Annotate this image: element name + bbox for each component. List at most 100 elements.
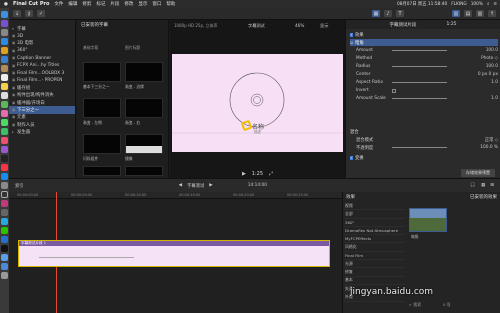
key-icon[interactable]: ⚷ bbox=[25, 10, 33, 17]
effect-category-all[interactable]: 全部 bbox=[343, 210, 405, 219]
launchpad-icon[interactable] bbox=[1, 29, 8, 36]
menu-clip[interactable]: 片段 bbox=[110, 1, 119, 7]
menu-help[interactable]: 帮助 bbox=[166, 1, 175, 7]
play-icon[interactable]: ▶ bbox=[242, 171, 246, 177]
motion-icon[interactable] bbox=[1, 200, 8, 207]
photos-audio-icon[interactable]: ♪ bbox=[384, 10, 392, 17]
checkbox-icon[interactable]: ✓ bbox=[350, 155, 353, 160]
search-icon[interactable]: ⌕ bbox=[487, 2, 489, 7]
sidebar-item-3d-movie[interactable]: ▣ 3D 电影 bbox=[9, 40, 75, 47]
calendar-icon[interactable] bbox=[1, 74, 8, 81]
viewer-zoom[interactable]: 46% bbox=[295, 23, 304, 28]
amount-slider[interactable] bbox=[392, 50, 447, 52]
sidebar-item-caption-banner[interactable]: ▣ Caption Banner bbox=[9, 55, 75, 62]
save-preset-button[interactable]: 存储效果预置 bbox=[461, 169, 495, 177]
menu-modify[interactable]: 修改 bbox=[124, 1, 133, 7]
title-thumb-lower-third[interactable] bbox=[83, 62, 121, 82]
title-thumb-more-1[interactable] bbox=[83, 166, 121, 176]
maps-icon[interactable] bbox=[1, 101, 8, 108]
effects-category[interactable]: 已安装的效果 bbox=[470, 194, 497, 200]
safari-icon[interactable] bbox=[1, 38, 8, 45]
contacts-icon[interactable] bbox=[1, 65, 8, 72]
title-thumb-gradient-left[interactable] bbox=[83, 98, 121, 118]
folder-icon[interactable] bbox=[1, 254, 8, 261]
mail-icon[interactable] bbox=[1, 56, 8, 63]
news-icon[interactable] bbox=[1, 164, 8, 171]
title-thumb-gradient-right[interactable] bbox=[125, 98, 163, 118]
clip-appearance-icon[interactable]: ▦ bbox=[481, 183, 485, 188]
menu-list-icon[interactable]: ≡ bbox=[493, 2, 497, 7]
param-method-value[interactable]: Photo ◇ bbox=[481, 56, 498, 61]
sidebar-item-final-film-toolbox[interactable]: ▣ Final Film...OOLBOX 3 bbox=[9, 69, 75, 76]
downloads-icon[interactable] bbox=[1, 263, 8, 270]
fcp-icon[interactable] bbox=[1, 191, 8, 198]
param-scale-value[interactable]: 1.0 bbox=[491, 96, 498, 101]
tv-icon[interactable] bbox=[1, 155, 8, 162]
reminders-icon[interactable] bbox=[1, 92, 8, 99]
menu-view[interactable]: 显示 bbox=[138, 1, 147, 7]
sidebar-item-final-film-propen[interactable]: ▣ Final Film...- PROPEN bbox=[9, 77, 75, 84]
check-icon[interactable]: ✓ bbox=[37, 10, 45, 17]
photos-icon[interactable] bbox=[1, 110, 8, 117]
layout-right-icon[interactable]: ▥ bbox=[476, 10, 484, 17]
radius-slider[interactable] bbox=[392, 66, 447, 68]
param-amount-value[interactable]: 100.0 bbox=[486, 48, 498, 53]
effect-category-stylize[interactable]: 风格化 bbox=[343, 243, 405, 252]
browser-icon[interactable] bbox=[1, 236, 8, 243]
sidebar-item-bumper[interactable]: ▣ 缓冲器/开场白 bbox=[9, 99, 75, 106]
title-thumb-more-2[interactable] bbox=[125, 166, 163, 176]
opacity-slider[interactable] bbox=[392, 147, 447, 149]
settings-icon[interactable] bbox=[1, 182, 8, 189]
layout-bottom-icon[interactable]: ▤ bbox=[464, 10, 472, 17]
effect-category-dramaflex[interactable]: Dramaflex Nat Atmosphere bbox=[343, 227, 405, 236]
effect-category-basic[interactable]: 基本 bbox=[343, 277, 405, 285]
siri-icon[interactable] bbox=[1, 20, 8, 27]
notes-icon[interactable] bbox=[1, 83, 8, 90]
index-button[interactable]: 索引 bbox=[15, 183, 24, 189]
wechat-icon[interactable] bbox=[1, 227, 8, 234]
qq-icon[interactable] bbox=[1, 218, 8, 225]
effect-category-video[interactable]: 视频 bbox=[343, 202, 405, 211]
sidebar-item-fcpx-titles[interactable]: ▣ FCPX Ani...hy Titles bbox=[9, 62, 75, 69]
menu-trim[interactable]: 修剪 bbox=[82, 1, 91, 7]
menu-window[interactable]: 窗口 bbox=[152, 1, 161, 7]
share-icon[interactable]: ↑ bbox=[488, 10, 496, 17]
checkbox-icon[interactable]: ✓ bbox=[350, 32, 353, 37]
sidebar-item-360[interactable]: ▣ 360° bbox=[9, 47, 75, 54]
effect-category-360[interactable]: 360° bbox=[343, 219, 405, 227]
title-thumb-mirror[interactable] bbox=[125, 134, 163, 154]
titles-icon[interactable]: T bbox=[396, 10, 404, 17]
layout-left-icon[interactable]: ▥ bbox=[452, 10, 460, 17]
vignette-effect[interactable]: 暗角 bbox=[355, 40, 364, 46]
sidebar-item-elements[interactable]: ▣ 元素 bbox=[9, 114, 75, 121]
fullscreen-icon[interactable]: ⤢ bbox=[269, 171, 273, 177]
sidebar-item-3d[interactable]: ▣ 3D bbox=[9, 32, 75, 39]
sidebar-item-generators[interactable]: ▸ 发生器 bbox=[9, 128, 75, 135]
music-icon[interactable] bbox=[1, 137, 8, 144]
apple-icon[interactable]: ● bbox=[4, 2, 8, 7]
library-icon[interactable]: ▦ bbox=[372, 10, 380, 17]
title-thumb-flash[interactable] bbox=[83, 134, 121, 154]
messages-icon[interactable] bbox=[1, 119, 8, 126]
snapping-icon[interactable]: ⊞ bbox=[490, 183, 494, 188]
facetime-icon[interactable] bbox=[1, 128, 8, 135]
forward-icon[interactable]: ▶ bbox=[209, 183, 212, 188]
back-icon[interactable]: ◀ bbox=[179, 183, 182, 188]
aspect-slider[interactable] bbox=[392, 82, 447, 84]
import-icon[interactable]: ↓ bbox=[13, 10, 21, 17]
checkbox-icon[interactable]: ☑ bbox=[350, 41, 353, 45]
finder-icon[interactable] bbox=[1, 11, 8, 18]
viewer-display-menu[interactable]: 显示 bbox=[320, 23, 328, 29]
sidebar-item-lower-thirds[interactable]: ▣ 下三分之一 bbox=[9, 106, 75, 114]
sidebar-item-build-in-out[interactable]: ▣ 构件出现/构件消失 bbox=[9, 92, 75, 99]
menu-mark[interactable]: 标记 bbox=[96, 1, 105, 7]
effects-search-input[interactable]: 搜索 bbox=[413, 302, 421, 308]
sidebar-item-titles[interactable]: ▾ 字幕 bbox=[9, 25, 75, 32]
sidebar-item-credits[interactable]: ▣ 制作人员 bbox=[9, 121, 75, 128]
param-center-value[interactable]: 0 px 0 px bbox=[478, 72, 498, 77]
effect-category-myfcp[interactable]: MyFCPEffects bbox=[343, 235, 405, 244]
title-thumb-gradient-edge[interactable] bbox=[125, 62, 163, 82]
effect-category-repair[interactable]: 修复 bbox=[343, 268, 405, 277]
menu-edit[interactable]: 编辑 bbox=[68, 1, 77, 7]
opacity-value[interactable]: 100.0 % bbox=[480, 145, 498, 150]
